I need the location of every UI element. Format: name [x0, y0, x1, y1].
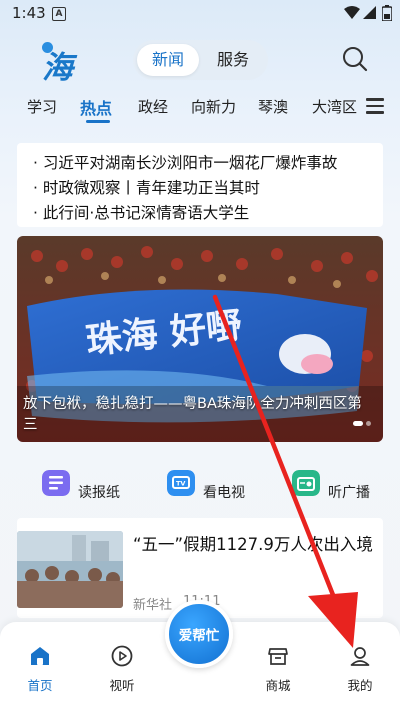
headline-item[interactable]: · 习近平对湖南长沙浏阳市一烟花厂爆炸事故	[33, 151, 337, 173]
tab-zhuhai-macao[interactable]: 琴澳	[258, 96, 288, 117]
headline-item[interactable]: · 此行间·总书记深情寄语大学生	[33, 201, 249, 223]
tab-politics-economy[interactable]: 政经	[138, 96, 168, 117]
news-title: “五一”假期1127.9万人次出入境	[133, 535, 373, 554]
signal-icon	[363, 6, 376, 19]
headline-item[interactable]: · 时政微观察丨青年建功正当其时	[33, 176, 260, 198]
news-source: 新华社	[133, 598, 173, 613]
news-thumbnail	[17, 531, 123, 608]
quick-link-newspaper[interactable]: 读报纸	[20, 456, 130, 508]
logo-text: 海	[42, 50, 73, 86]
content-switcher: 新闻 服务	[133, 40, 268, 80]
menu-icon[interactable]	[366, 98, 384, 114]
nav-label: 商城	[265, 678, 291, 693]
hero-caption: 放下包袱，稳扎稳打——粤BA珠海队全力冲刺西区第三	[23, 396, 362, 433]
hero-carousel[interactable]: 珠海 好嘢 放下包袱，稳扎稳打——粤BA珠海队全力冲刺西区第三	[17, 236, 383, 442]
home-icon	[31, 647, 49, 665]
help-center-label: 爱帮忙	[178, 628, 220, 644]
store-icon	[268, 648, 288, 665]
nav-label: 我的	[347, 678, 373, 693]
quick-link-radio[interactable]: 听广播	[270, 456, 380, 508]
status-time: 1:43	[12, 4, 46, 22]
tab-greater-bay-area[interactable]: 大湾区	[312, 96, 357, 117]
svg-text:TV: TV	[176, 480, 185, 488]
segment-services[interactable]: 服务	[203, 44, 263, 76]
category-tabs: 学习 热点 政经 向新力 琴澳 大湾区	[0, 92, 360, 126]
nav-profile[interactable]: 我的	[330, 642, 390, 702]
tab-new-power[interactable]: 向新力	[191, 96, 236, 117]
active-tab-indicator	[86, 120, 110, 123]
tv-icon: TV	[167, 470, 195, 496]
search-icon[interactable]	[340, 44, 370, 74]
quick-link-label: 听广播	[328, 485, 370, 501]
headline-ticker: · 习近平对湖南长沙浏阳市一烟花厂爆炸事故 · 时政微观察丨青年建功正当其时 ·…	[17, 143, 383, 227]
nav-label: 首页	[27, 678, 53, 693]
nav-home[interactable]: 首页	[10, 642, 70, 702]
segment-news[interactable]: 新闻	[137, 44, 199, 76]
quick-link-label: 读报纸	[78, 485, 120, 501]
radio-icon	[292, 470, 320, 496]
wifi-icon	[344, 6, 360, 19]
quick-link-tv[interactable]: TV 看电视	[145, 456, 255, 508]
tab-hot[interactable]: 热点	[80, 95, 112, 119]
battery-icon	[382, 5, 392, 21]
nav-store[interactable]: 商城	[248, 642, 308, 702]
tab-study[interactable]: 学习	[27, 96, 57, 117]
nav-media[interactable]: 视听	[92, 642, 152, 702]
carousel-dots	[350, 411, 371, 430]
quick-link-label: 看电视	[203, 485, 245, 501]
status-bar: 1:43 A	[0, 0, 400, 28]
profile-icon	[350, 647, 370, 666]
play-icon	[111, 645, 133, 667]
nav-label: 视听	[109, 678, 135, 693]
newspaper-icon	[42, 470, 70, 496]
app-logo: 海	[40, 40, 80, 86]
help-center-button[interactable]: 爱帮忙	[165, 600, 233, 668]
notification-a-icon: A	[52, 7, 66, 21]
